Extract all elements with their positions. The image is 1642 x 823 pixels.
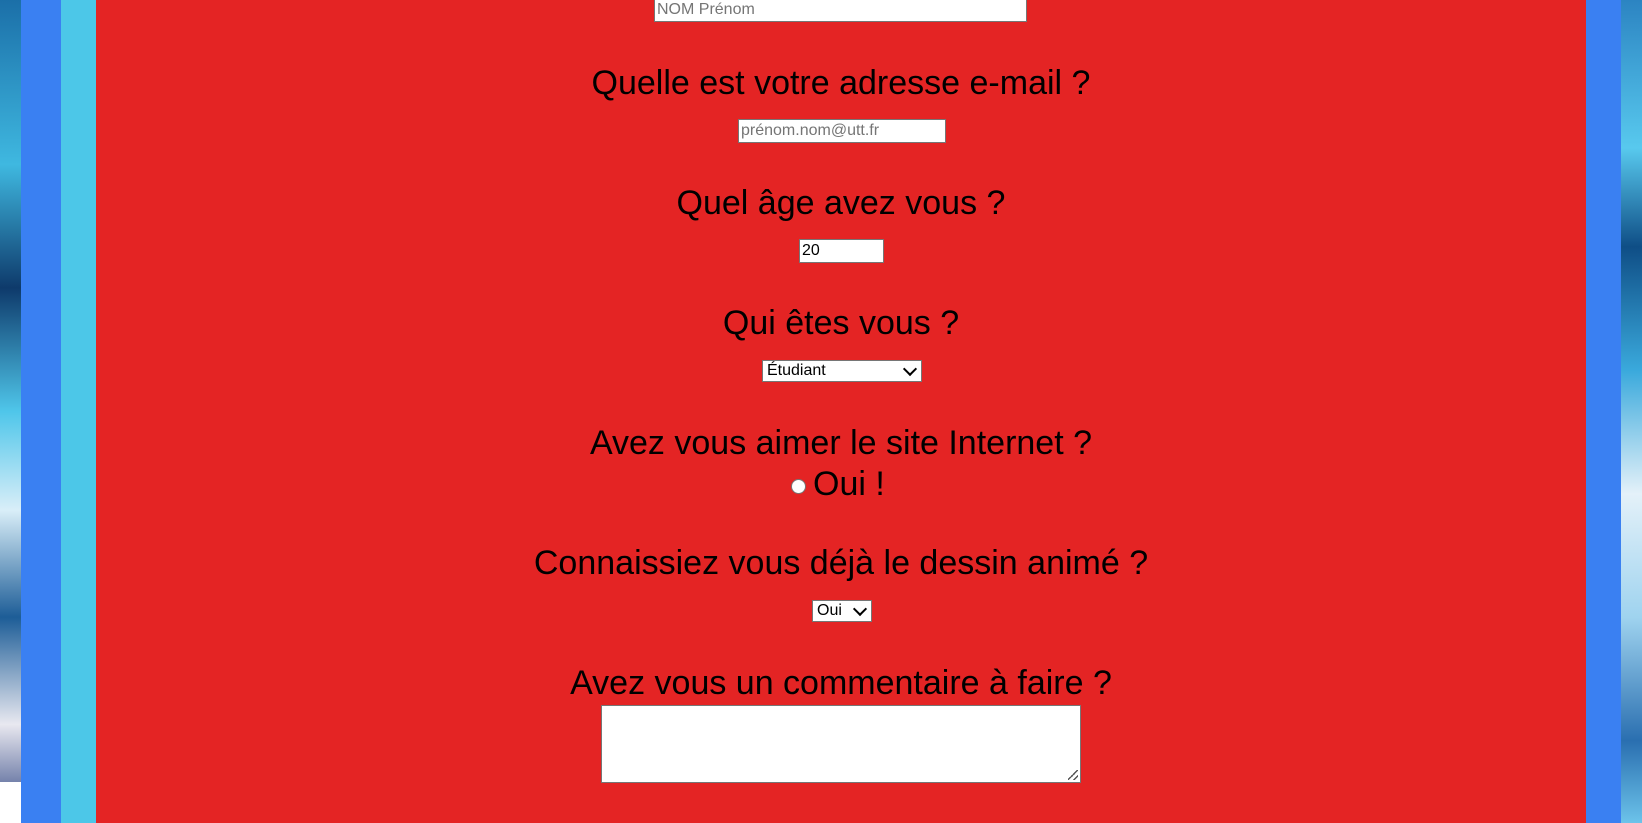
chevron-down-icon (852, 601, 868, 617)
comment-textarea[interactable] (601, 705, 1081, 783)
comment-question: Avez vous un commentaire à faire ? (570, 664, 1112, 702)
known-select-value: Oui (817, 602, 842, 619)
outer-frame: Quelle est votre adresse e-mail ? Quel â… (21, 0, 1621, 823)
known-select[interactable]: Oui (812, 600, 872, 622)
survey-form: Quelle est votre adresse e-mail ? Quel â… (96, 0, 1586, 823)
email-input[interactable] (738, 119, 946, 143)
liked-radio-label: Oui ! (813, 464, 885, 503)
known-question: Connaissiez vous déjà le dessin animé ? (533, 544, 1149, 582)
chevron-down-icon (902, 361, 918, 377)
background-artwork-left (0, 0, 21, 823)
who-select[interactable]: Étudiant (762, 360, 922, 382)
who-question: Qui êtes vous ? (722, 304, 960, 342)
liked-option[interactable]: Oui ! (791, 464, 885, 504)
who-select-value: Étudiant (767, 362, 826, 379)
inner-border: Quelle est votre adresse e-mail ? Quel â… (61, 0, 1586, 823)
age-input[interactable] (799, 239, 884, 263)
background-artwork-right (1621, 0, 1642, 823)
email-question: Quelle est votre adresse e-mail ? (591, 64, 1091, 102)
name-input[interactable] (654, 0, 1027, 22)
form-panel: Quelle est votre adresse e-mail ? Quel â… (96, 0, 1586, 823)
resize-grip-icon[interactable] (1068, 770, 1078, 780)
age-question: Quel âge avez vous ? (676, 184, 1006, 222)
background-artwork-corner (0, 782, 21, 823)
liked-question: Avez vous aimer le site Internet ? (589, 424, 1093, 462)
liked-radio[interactable] (791, 479, 806, 494)
